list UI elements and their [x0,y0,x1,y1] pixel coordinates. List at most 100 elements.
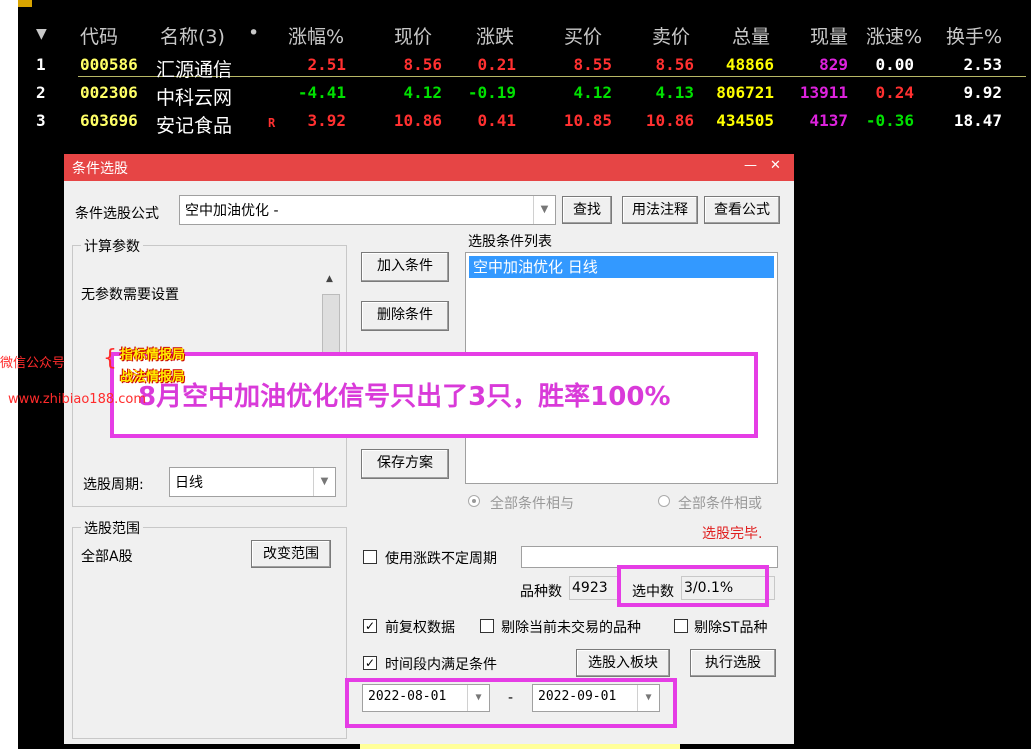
to-block-button[interactable]: 选股入板块 [576,649,670,677]
chevron-down-icon[interactable]: ▼ [533,196,555,224]
interval-label: 时间段内满足条件 [385,657,497,673]
view-formula-button[interactable]: 查看公式 [704,196,780,224]
row-price: 10.86 [393,111,442,130]
sort-arrow-icon[interactable]: ▼ [36,26,47,42]
period-combo[interactable]: 日线 ▼ [169,467,336,497]
row-change: -0.19 [467,83,516,102]
table-row[interactable]: 3 603696 安记食品 R 3.92 10.86 0.41 10.85 10.86 43450… [18,108,1031,137]
date-from-value: 2022-08-01 [368,689,447,704]
exclude-st-label: 剔除ST品种 [694,620,768,636]
variable-period-label: 使用涨跌不定周期 [385,551,497,567]
radio-or-label: 全部条件相或 [678,496,762,512]
date-from-picker[interactable]: 2022-08-01 ▼ [362,684,490,712]
count-label: 品种数 [520,584,562,600]
row-name: 安记食品 [156,115,233,137]
col-bid[interactable]: 买价 [564,22,602,49]
scroll-thumb[interactable] [322,294,340,368]
find-button[interactable]: 查找 [562,196,612,224]
delete-condition-button[interactable]: 删除条件 [361,301,449,331]
params-text: 无参数需要设置 [81,287,179,303]
params-group: 计算参数 无参数需要设置 ▲ ▼ 选股周期: 日线 ▼ [72,236,347,507]
row-pct: -4.41 [297,83,346,102]
chevron-down-icon[interactable]: ▼ [313,468,335,496]
row-code: 002306 [80,83,138,102]
row-code: 000586 [80,55,138,74]
col-price[interactable]: 现价 [394,22,432,49]
row-price: 8.56 [403,55,442,74]
chevron-down-icon[interactable]: ▼ [467,685,489,711]
variable-period-checkbox[interactable] [363,550,377,564]
radio-and-label: 全部条件相与 [490,496,574,512]
row-speed: 0.24 [875,83,914,102]
add-condition-button[interactable]: 加入条件 [361,252,449,282]
params-title: 计算参数 [81,236,143,256]
col-dot: • [248,22,260,44]
status-text: 选股完毕. [702,526,763,542]
change-scope-button[interactable]: 改变范围 [251,540,331,568]
col-cur-volume[interactable]: 现量 [810,22,848,49]
row-bid: 4.12 [573,83,612,102]
col-pct[interactable]: 涨幅% [288,22,344,49]
scope-title: 选股范围 [81,518,143,538]
row-name: 中科云网 [156,87,233,109]
table-row[interactable]: 2 002306 中科云网 -4.41 4.12 -0.19 4.12 4.13 806721 1… [18,80,1031,109]
scroll-down-icon[interactable]: ▼ [326,411,333,421]
col-name[interactable]: 名称(3) [160,22,225,49]
execute-button[interactable]: 执行选股 [690,649,776,677]
period-label: 选股周期: [83,477,144,493]
row-turnover: 18.47 [953,111,1002,130]
col-code[interactable]: 代码 [80,22,118,49]
list-item[interactable]: 空中加油优化 日线 [469,256,774,278]
table-row[interactable]: 1 000586 汇源通信 2.51 8.56 0.21 8.55 8.56 48866 829 0… [18,52,1031,81]
minimize-icon[interactable]: — [744,158,757,173]
formula-combo[interactable]: 空中加油优化 - ▼ [179,195,556,225]
watermark-brace: { [103,346,117,371]
save-scheme-button[interactable]: 保存方案 [361,449,449,479]
row-pct: 3.92 [307,111,346,130]
dialog-titlebar[interactable]: 条件选股 — ✕ [64,154,794,181]
adjust-checkbox[interactable]: ✓ [363,619,377,633]
top-toolbar-strip [18,0,1031,20]
col-speed[interactable]: 涨速% [866,22,922,49]
load-scheme-button[interactable]: 引入方案 [361,399,449,429]
params-scrollbar[interactable]: ▲ ▼ [322,266,340,428]
chevron-down-icon[interactable]: ▼ [637,685,659,711]
radio-or[interactable] [658,495,670,507]
radio-and[interactable] [468,495,480,507]
col-turnover[interactable]: 换手% [946,22,1002,49]
col-volume[interactable]: 总量 [732,22,770,49]
variable-period-input[interactable] [521,546,778,568]
scope-group: 选股范围 全部A股 改变范围 [72,518,347,739]
formula-value: 空中加油优化 - [185,203,279,219]
watermark-wechat: 微信公众号 [0,356,66,371]
row-code: 603696 [80,111,138,130]
scope-value: 全部A股 [81,549,133,565]
usage-button[interactable]: 用法注释 [622,196,698,224]
period-value: 日线 [175,475,203,491]
scroll-up-icon[interactable]: ▲ [326,274,333,284]
row-ask: 8.56 [655,55,694,74]
row-bid: 10.85 [563,111,612,130]
bottom-yellow-strip [360,744,680,749]
row-name: 汇源通信 [156,59,233,81]
condition-list-title: 选股条件列表 [468,234,552,250]
row-index: 3 [36,111,46,130]
quote-table-header: ▼ 代码 名称(3) • 涨幅% 现价 涨跌 买价 卖价 总量 现量 涨速% 换… [18,22,1031,50]
row-bid: 8.55 [573,55,612,74]
watermark-url: www.zhibiao188.com [8,392,147,407]
exclude-st-checkbox[interactable] [674,619,688,633]
close-icon[interactable]: ✕ [770,158,781,173]
watermark-line1: 指标情报局 [120,348,186,363]
row-volume: 48866 [725,55,774,74]
row-index: 1 [36,55,46,74]
row-volume: 806721 [716,83,774,102]
exclude-untraded-checkbox[interactable] [480,619,494,633]
col-ask[interactable]: 卖价 [652,22,690,49]
row-speed: -0.36 [865,111,914,130]
col-change[interactable]: 涨跌 [476,22,514,49]
date-to-picker[interactable]: 2022-09-01 ▼ [532,684,660,712]
condition-list[interactable]: 空中加油优化 日线 [465,252,778,484]
row-ask: 10.86 [645,111,694,130]
row-price: 4.12 [403,83,442,102]
interval-checkbox[interactable]: ✓ [363,656,377,670]
